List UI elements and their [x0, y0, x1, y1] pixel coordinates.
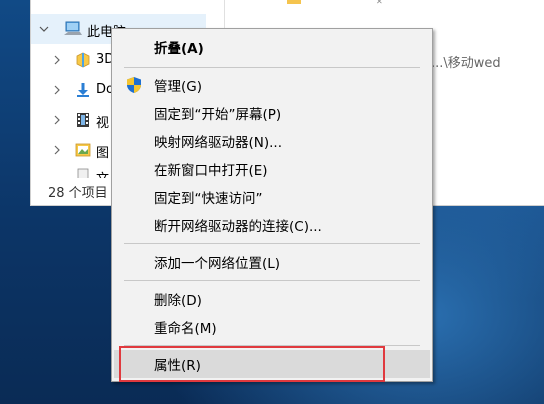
- nav-label-pictures: 图: [96, 146, 110, 161]
- menu-item-label: 映射网络驱动器(N)...: [154, 135, 283, 151]
- menu-item-collapse[interactable]: 折叠(A): [114, 34, 430, 60]
- menu-separator: [124, 243, 420, 244]
- menu-item-label: 断开网络驱动器的连接(C)...: [154, 219, 322, 235]
- menu-item-label: 重命名(M): [154, 321, 217, 337]
- close-icon: ✕: [376, 0, 383, 6]
- chevron-right-icon[interactable]: [50, 53, 64, 67]
- menu-item-disconnect-network-drive[interactable]: 断开网络驱动器的连接(C)...: [114, 212, 430, 238]
- menu-item-label: 折叠(A): [154, 41, 204, 57]
- context-menu: 折叠(A) 管理(G) 固定到“开始”屏幕(P) 映射网络驱动器(N)... 在…: [111, 28, 433, 382]
- menu-item-label: 管理(G): [154, 79, 202, 95]
- menu-item-label: 添加一个网络位置(L): [154, 256, 281, 272]
- menu-item-manage[interactable]: 管理(G): [114, 72, 430, 98]
- documents-icon: [75, 168, 91, 178]
- folder-icon: [287, 0, 301, 4]
- computer-icon: [64, 21, 82, 37]
- menu-item-map-network-drive[interactable]: 映射网络驱动器(N)...: [114, 128, 430, 154]
- menu-item-label: 在新窗口中打开(E): [154, 163, 268, 179]
- menu-item-pin-to-start[interactable]: 固定到“开始”屏幕(P): [114, 100, 430, 126]
- 3d-objects-icon: [75, 52, 91, 68]
- chevron-down-icon[interactable]: [37, 22, 51, 36]
- nav-label-videos: 视: [96, 116, 110, 131]
- menu-item-label: 属性(R): [154, 358, 201, 374]
- chevron-right-icon[interactable]: [50, 83, 64, 97]
- content-path-text: ...\移动wed: [431, 56, 501, 71]
- chevron-right-icon[interactable]: [50, 143, 64, 157]
- menu-item-delete[interactable]: 删除(D): [114, 286, 430, 312]
- shield-icon: [125, 76, 143, 94]
- menu-separator: [124, 345, 420, 346]
- nav-label-documents: 文: [96, 168, 109, 178]
- menu-item-add-network-location[interactable]: 添加一个网络位置(L): [114, 249, 430, 275]
- menu-item-label: 固定到“快速访问”: [154, 191, 263, 207]
- menu-item-label: 删除(D): [154, 293, 202, 309]
- menu-item-open-new-window[interactable]: 在新窗口中打开(E): [114, 156, 430, 182]
- menu-item-properties[interactable]: 属性(R): [114, 350, 430, 378]
- downloads-icon: [75, 82, 91, 98]
- menu-separator: [124, 67, 420, 68]
- menu-item-rename[interactable]: 重命名(M): [114, 314, 430, 340]
- chevron-right-icon[interactable]: [50, 113, 64, 127]
- menu-item-pin-quick-access[interactable]: 固定到“快速访问”: [114, 184, 430, 210]
- menu-separator: [124, 280, 420, 281]
- videos-icon: [75, 112, 91, 128]
- item-count: 28 个项目: [48, 186, 108, 201]
- pictures-icon: [75, 142, 91, 158]
- menu-item-label: 固定到“开始”屏幕(P): [154, 107, 282, 123]
